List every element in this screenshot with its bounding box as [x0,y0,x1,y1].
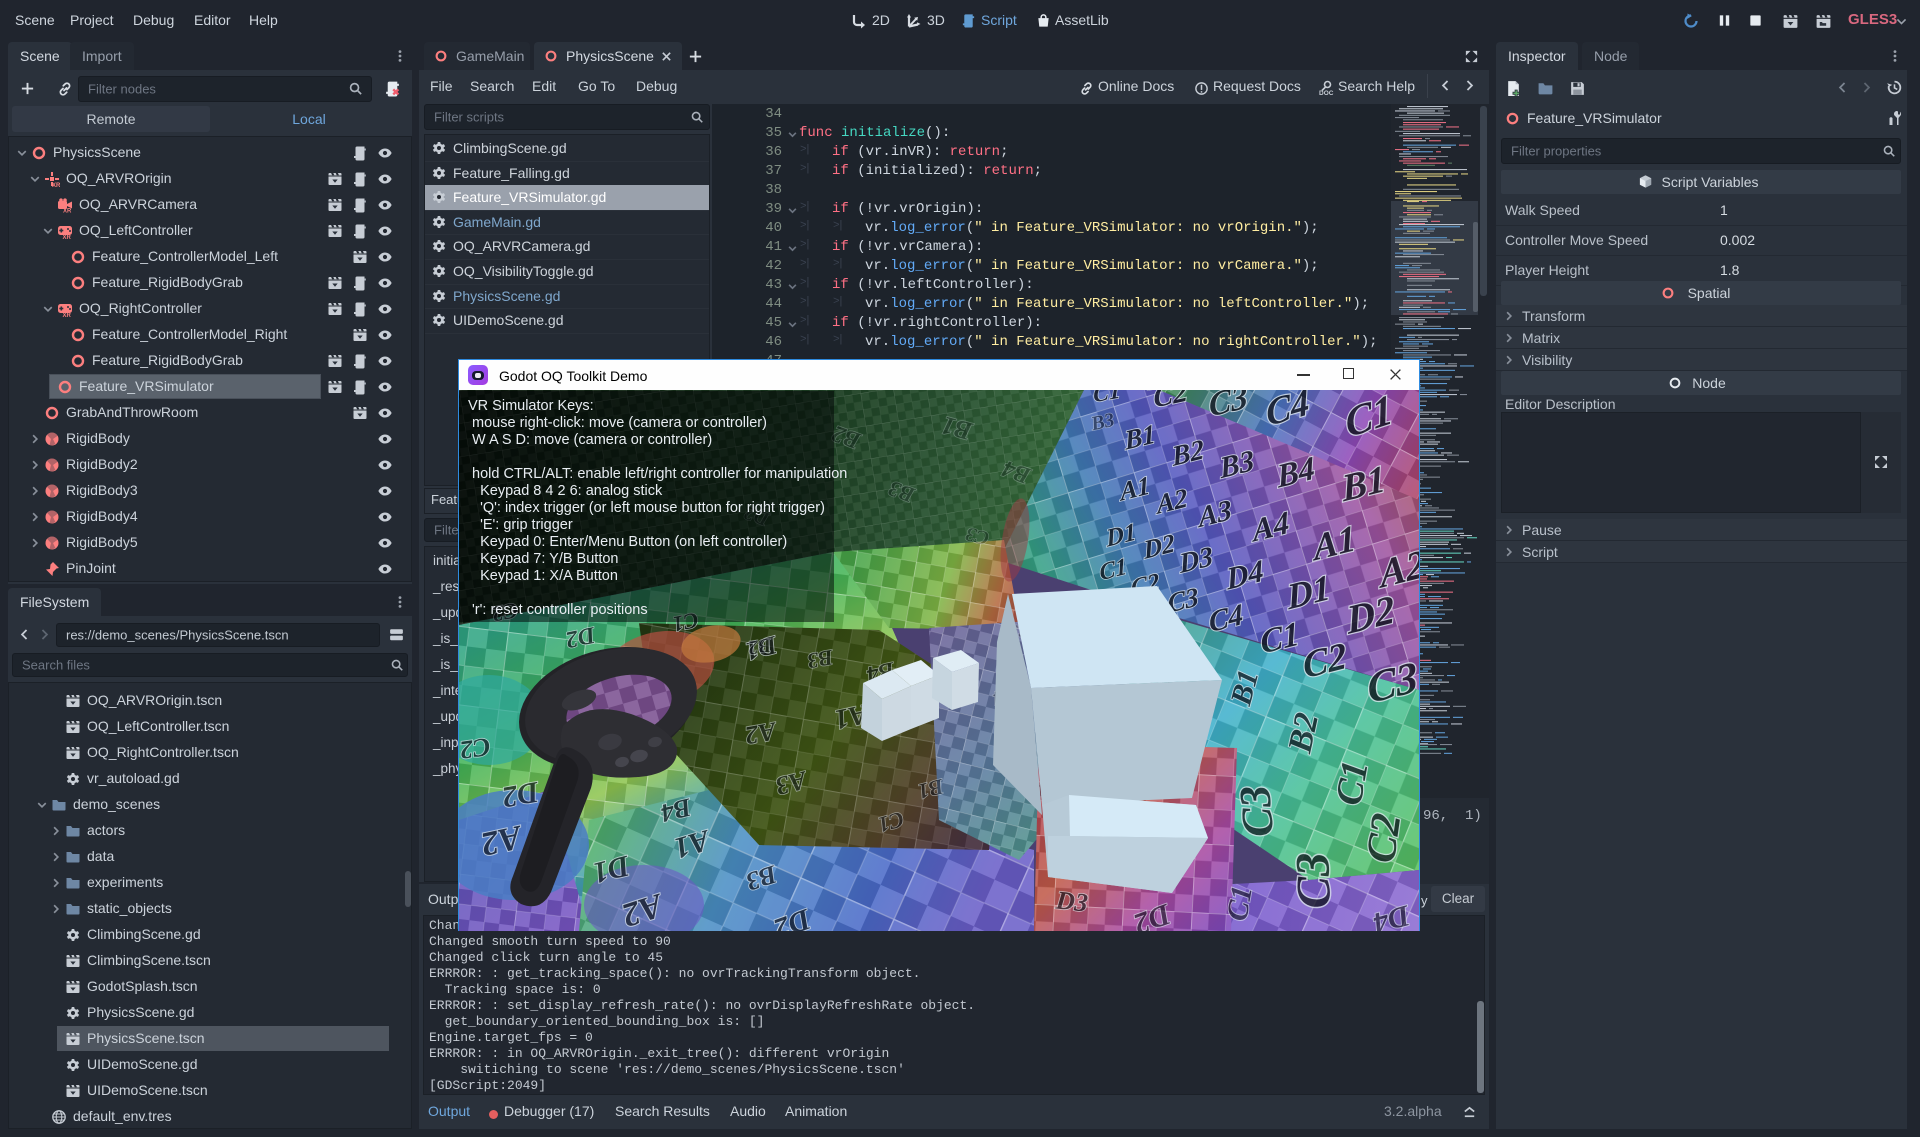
svg-text:C1: C1 [1328,757,1377,808]
svg-text:C2: C2 [1358,811,1410,866]
svg-text:A2: A2 [743,716,780,750]
svg-text:C1: C1 [1220,883,1259,923]
svg-text:D2: D2 [500,775,543,814]
svg-text:C3: C3 [1230,784,1283,839]
svg-text:B2: B2 [747,633,774,658]
svg-text:C3: C3 [1286,852,1341,910]
svg-text:B3: B3 [805,645,836,674]
svg-text:C2: C2 [459,732,492,765]
svg-text:D3: D3 [1054,885,1090,917]
